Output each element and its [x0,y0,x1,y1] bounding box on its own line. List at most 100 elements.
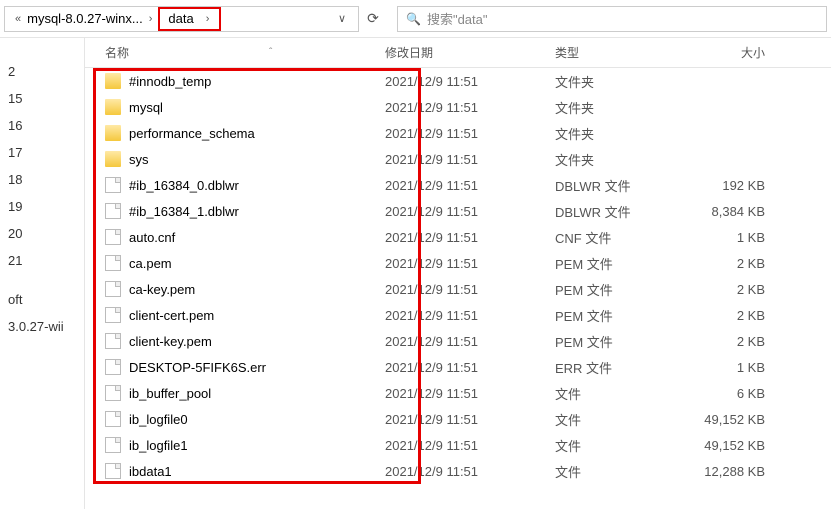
file-row[interactable]: sys 2021/12/9 11:51文件夹 [85,146,831,172]
file-size: 2 KB [685,308,775,323]
nav-item[interactable]: 15 [0,85,84,112]
nav-item[interactable]: 3.0.27-wii [0,313,84,340]
file-type: PEM 文件 [555,332,685,351]
file-row[interactable]: ib_logfile12021/12/9 11:51文件49,152 KB [85,432,831,458]
file-icon [105,437,121,453]
file-icon [105,229,121,245]
file-size: 2 KB [685,256,775,271]
file-type: 文件夹 [555,150,685,169]
file-size: 49,152 KB [685,412,775,427]
nav-item[interactable]: 19 [0,193,84,220]
file-row[interactable]: ibdata12021/12/9 11:51文件12,288 KB [85,458,831,484]
file-row[interactable]: #innodb_temp 2021/12/9 11:51文件夹 [85,68,831,94]
nav-item[interactable]: 18 [0,166,84,193]
file-row[interactable]: DESKTOP-5FIFK6S.err2021/12/9 11:51ERR 文件… [85,354,831,380]
file-type: PEM 文件 [555,306,685,325]
nav-item[interactable]: 2 [0,58,84,85]
nav-item[interactable] [0,274,84,286]
file-icon [105,359,121,375]
file-date: 2021/12/9 11:51 [385,230,555,245]
file-row[interactable]: client-cert.pem 2021/12/9 11:51PEM 文件2 KB [85,302,831,328]
file-date: 2021/12/9 11:51 [385,386,555,401]
file-name-cell: #ib_16384_1.dblwr [85,203,385,219]
file-name-label: ca.pem [129,256,172,271]
file-name-label: sys [129,152,149,167]
file-name-cell: auto.cnf [85,229,385,245]
file-row[interactable]: ca-key.pem2021/12/9 11:51PEM 文件2 KB [85,276,831,302]
file-date: 2021/12/9 11:51 [385,308,555,323]
file-row[interactable]: auto.cnf2021/12/9 11:51CNF 文件1 KB [85,224,831,250]
file-name-cell: ca-key.pem [85,281,385,297]
file-row[interactable]: performance_schema2021/12/9 11:51文件夹 [85,120,831,146]
file-icon [105,411,121,427]
file-row[interactable]: ca.pem2021/12/9 11:51PEM 文件2 KB [85,250,831,276]
file-name-cell: #ib_16384_0.dblwr [85,177,385,193]
nav-item[interactable]: 17 [0,139,84,166]
file-date: 2021/12/9 11:51 [385,282,555,297]
file-type: 文件夹 [555,72,685,91]
file-name-cell: ca.pem [85,255,385,271]
column-size[interactable]: 大小 [685,44,775,61]
nav-item[interactable]: 21 [0,247,84,274]
file-name-cell: sys [85,151,385,167]
file-date: 2021/12/9 11:51 [385,178,555,193]
file-name-label: mysql [129,100,163,115]
file-date: 2021/12/9 11:51 [385,464,555,479]
file-date: 2021/12/9 11:51 [385,204,555,219]
file-name-label: ib_buffer_pool [129,386,211,401]
nav-item[interactable]: 20 [0,220,84,247]
breadcrumb-back-icon[interactable]: « [11,13,25,25]
file-type: DBLWR 文件 [555,176,685,195]
nav-item[interactable]: oft [0,286,84,313]
file-icon [105,307,121,323]
column-date[interactable]: 修改日期 [385,44,555,61]
file-row[interactable]: client-key.pem2021/12/9 11:51PEM 文件2 KB [85,328,831,354]
column-name-label: 名称 [105,44,129,61]
file-name-cell: ibdata1 [85,463,385,479]
file-icon [105,463,121,479]
file-row[interactable]: mysql2021/12/9 11:51文件夹 [85,94,831,120]
folder-icon [105,99,121,115]
breadcrumb-seg-current[interactable]: data › [158,7,221,31]
main-area: 215161718192021 oft3.0.27-wii 名称 ˆ 修改日期 类… [0,38,831,509]
folder-icon [105,151,121,167]
file-row[interactable]: #ib_16384_1.dblwr2021/12/9 11:51DBLWR 文件… [85,198,831,224]
file-size: 1 KB [685,230,775,245]
file-name-cell: ib_buffer_pool [85,385,385,401]
file-date: 2021/12/9 11:51 [385,360,555,375]
file-name-cell: client-cert.pem [85,307,385,323]
file-icon [105,255,121,271]
file-name-label: ca-key.pem [129,282,195,297]
breadcrumb[interactable]: « mysql-8.0.27-winx... › data › ∨ [4,6,359,32]
file-icon [105,333,121,349]
file-row[interactable]: #ib_16384_0.dblwr 2021/12/9 11:51DBLWR 文件… [85,172,831,198]
file-size: 49,152 KB [685,438,775,453]
file-date: 2021/12/9 11:51 [385,152,555,167]
file-date: 2021/12/9 11:51 [385,74,555,89]
column-headers: 名称 ˆ 修改日期 类型 大小 [85,38,831,68]
file-type: CNF 文件 [555,228,685,247]
nav-item[interactable]: 16 [0,112,84,139]
nav-sidebar: 215161718192021 oft3.0.27-wii [0,38,85,509]
file-name-label: DESKTOP-5FIFK6S.err [129,360,266,375]
file-row[interactable]: ib_logfile02021/12/9 11:51文件49,152 KB [85,406,831,432]
breadcrumb-dropdown-icon[interactable]: ∨ [332,12,352,25]
file-name-label: #ib_16384_0.dblwr [129,178,239,193]
column-name[interactable]: 名称 ˆ [85,44,385,61]
search-icon: 🔍 [406,12,421,26]
file-name-label: client-cert.pem [129,308,214,323]
refresh-button[interactable]: ⟳ [359,10,387,27]
breadcrumb-seg-parent[interactable]: mysql-8.0.27-winx... [25,11,145,26]
file-name-label: #innodb_temp [129,74,211,89]
file-list: #innodb_temp2021/12/9 11:51文件夹mysql2021/… [85,68,831,484]
file-row[interactable]: ib_buffer_pool2021/12/9 11:51文件6 KB [85,380,831,406]
file-pane: 名称 ˆ 修改日期 类型 大小 #innodb_temp 2021/12/9 11… [85,38,831,509]
chevron-right-icon: › [202,13,214,25]
file-icon [105,281,121,297]
file-size: 1 KB [685,360,775,375]
search-input[interactable]: 🔍 搜索"data" [397,6,827,32]
breadcrumb-current-label: data [166,11,195,26]
sort-asc-icon: ˆ [269,47,272,58]
column-type[interactable]: 类型 [555,44,685,61]
address-bar: « mysql-8.0.27-winx... › data › ∨ ⟳ 🔍 搜索… [0,0,831,38]
